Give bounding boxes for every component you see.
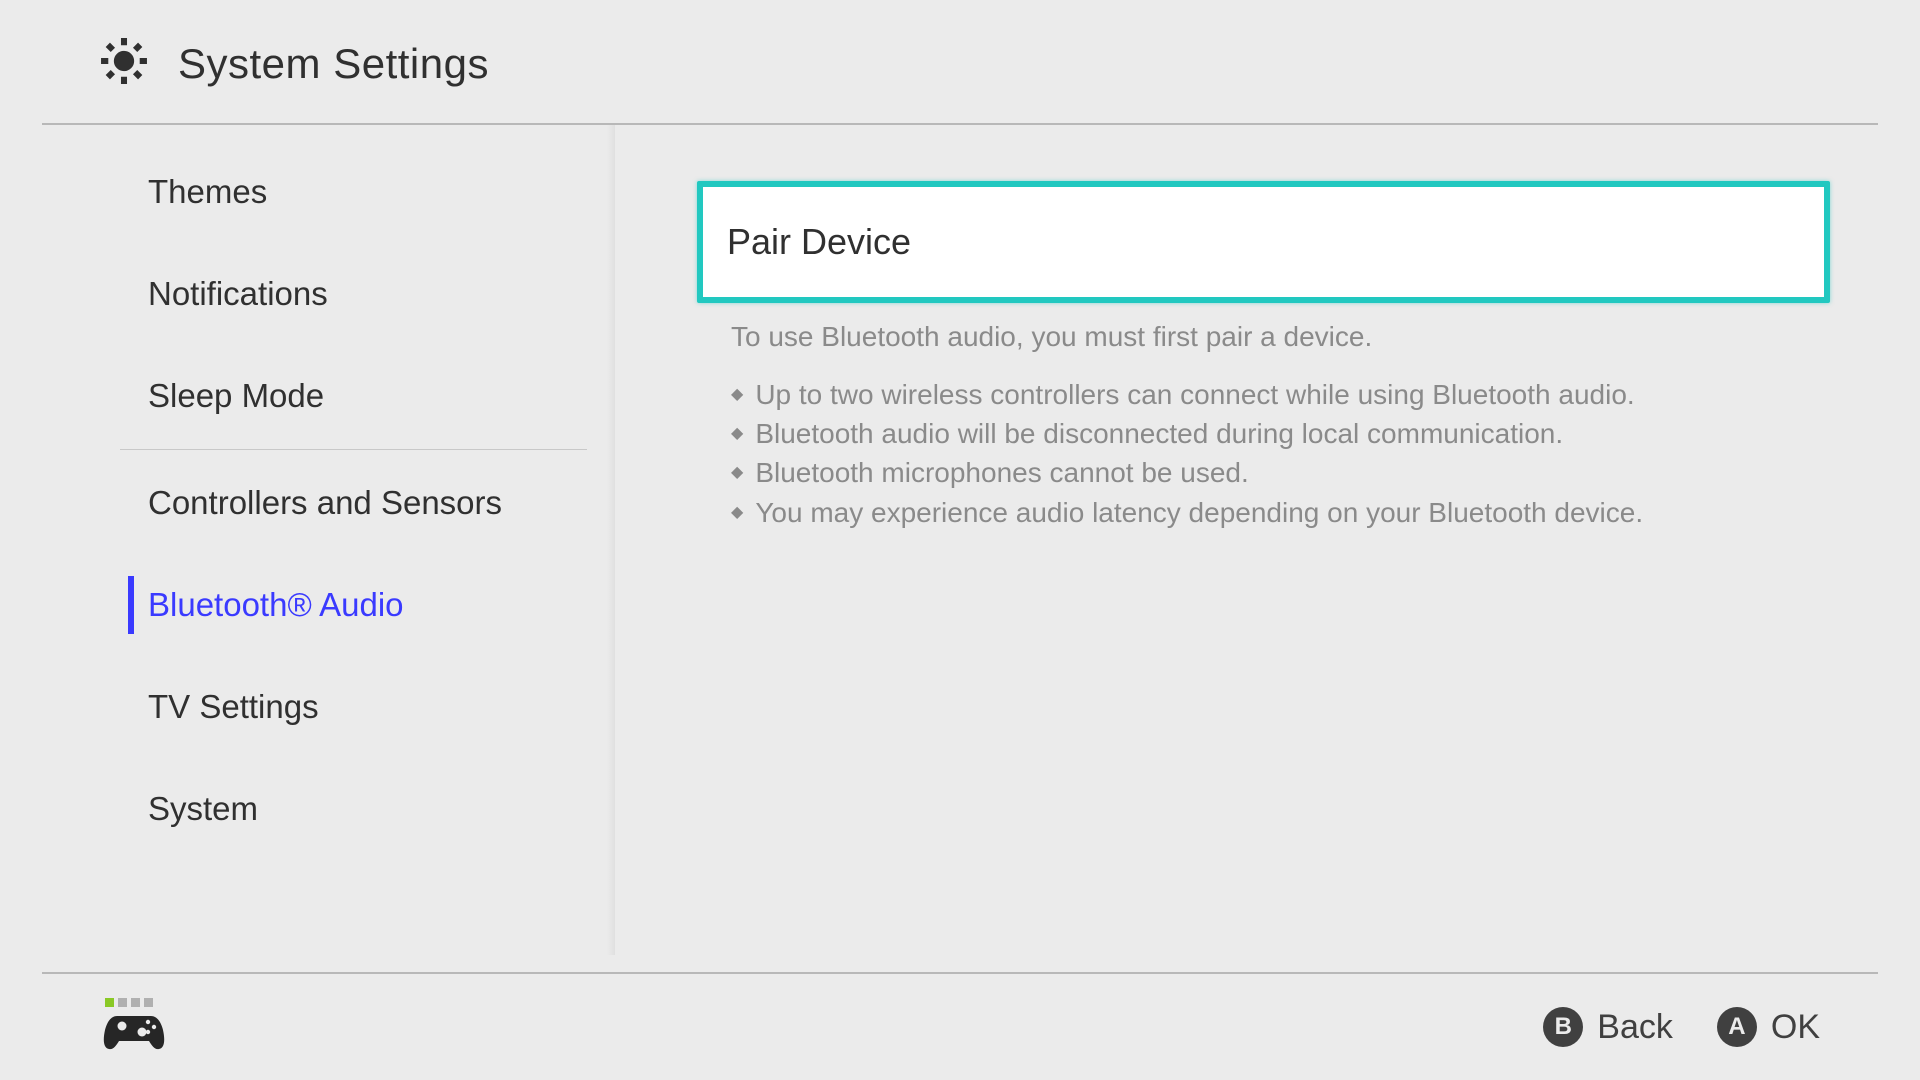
list-item: Bluetooth microphones cannot be used.: [731, 453, 1830, 492]
list-item-text: Bluetooth microphones cannot be used.: [755, 453, 1248, 492]
bluetooth-description: To use Bluetooth audio, you must first p…: [697, 321, 1830, 353]
back-button[interactable]: B Back: [1543, 1007, 1673, 1047]
sidebar-item-bluetooth-audio[interactable]: Bluetooth® Audio: [120, 554, 615, 656]
sidebar-item-themes[interactable]: Themes: [120, 141, 615, 243]
sidebar-item-label: Themes: [148, 173, 267, 210]
sidebar-item-system[interactable]: System: [120, 758, 615, 860]
sidebar-item-label: Controllers and Sensors: [148, 484, 502, 521]
sidebar-item-tv-settings[interactable]: TV Settings: [120, 656, 615, 758]
sidebar-item-controllers-sensors[interactable]: Controllers and Sensors: [120, 452, 615, 554]
b-button-icon: B: [1543, 1007, 1583, 1047]
footer: B Back A OK: [42, 972, 1878, 1080]
pair-device-label: Pair Device: [727, 221, 911, 262]
ok-button[interactable]: A OK: [1717, 1007, 1820, 1047]
list-item: Up to two wireless controllers can conne…: [731, 375, 1830, 414]
sidebar: Themes Notifications Sleep Mode Controll…: [0, 125, 615, 955]
player-indicator-dots: [105, 998, 166, 1007]
controller-status: [102, 998, 166, 1056]
content-panel: Pair Device To use Bluetooth audio, you …: [615, 125, 1920, 955]
list-item-text: You may experience audio latency dependi…: [755, 493, 1643, 532]
list-item-text: Bluetooth audio will be disconnected dur…: [755, 414, 1563, 453]
sidebar-item-label: Notifications: [148, 275, 328, 312]
sidebar-divider: [120, 449, 587, 450]
sidebar-item-notifications[interactable]: Notifications: [120, 243, 615, 345]
pair-device-button[interactable]: Pair Device: [697, 181, 1830, 303]
back-button-label: Back: [1597, 1008, 1673, 1047]
a-button-icon: A: [1717, 1007, 1757, 1047]
list-item: You may experience audio latency dependi…: [731, 493, 1830, 532]
gear-icon: [95, 32, 153, 95]
sidebar-item-label: TV Settings: [148, 688, 319, 725]
header: System Settings: [0, 0, 1920, 123]
sidebar-item-label: System: [148, 790, 258, 827]
main-content: Themes Notifications Sleep Mode Controll…: [0, 125, 1920, 955]
list-item-text: Up to two wireless controllers can conne…: [755, 375, 1634, 414]
list-item: Bluetooth audio will be disconnected dur…: [731, 414, 1830, 453]
footer-actions: B Back A OK: [1543, 1007, 1820, 1047]
sidebar-item-label: Sleep Mode: [148, 377, 324, 414]
sidebar-item-label: Bluetooth® Audio: [148, 586, 404, 623]
sidebar-item-sleep-mode[interactable]: Sleep Mode: [120, 345, 615, 447]
ok-button-label: OK: [1771, 1008, 1820, 1047]
controller-icon: [102, 1013, 166, 1056]
page-title: System Settings: [178, 40, 489, 88]
bluetooth-notes-list: Up to two wireless controllers can conne…: [697, 375, 1830, 532]
